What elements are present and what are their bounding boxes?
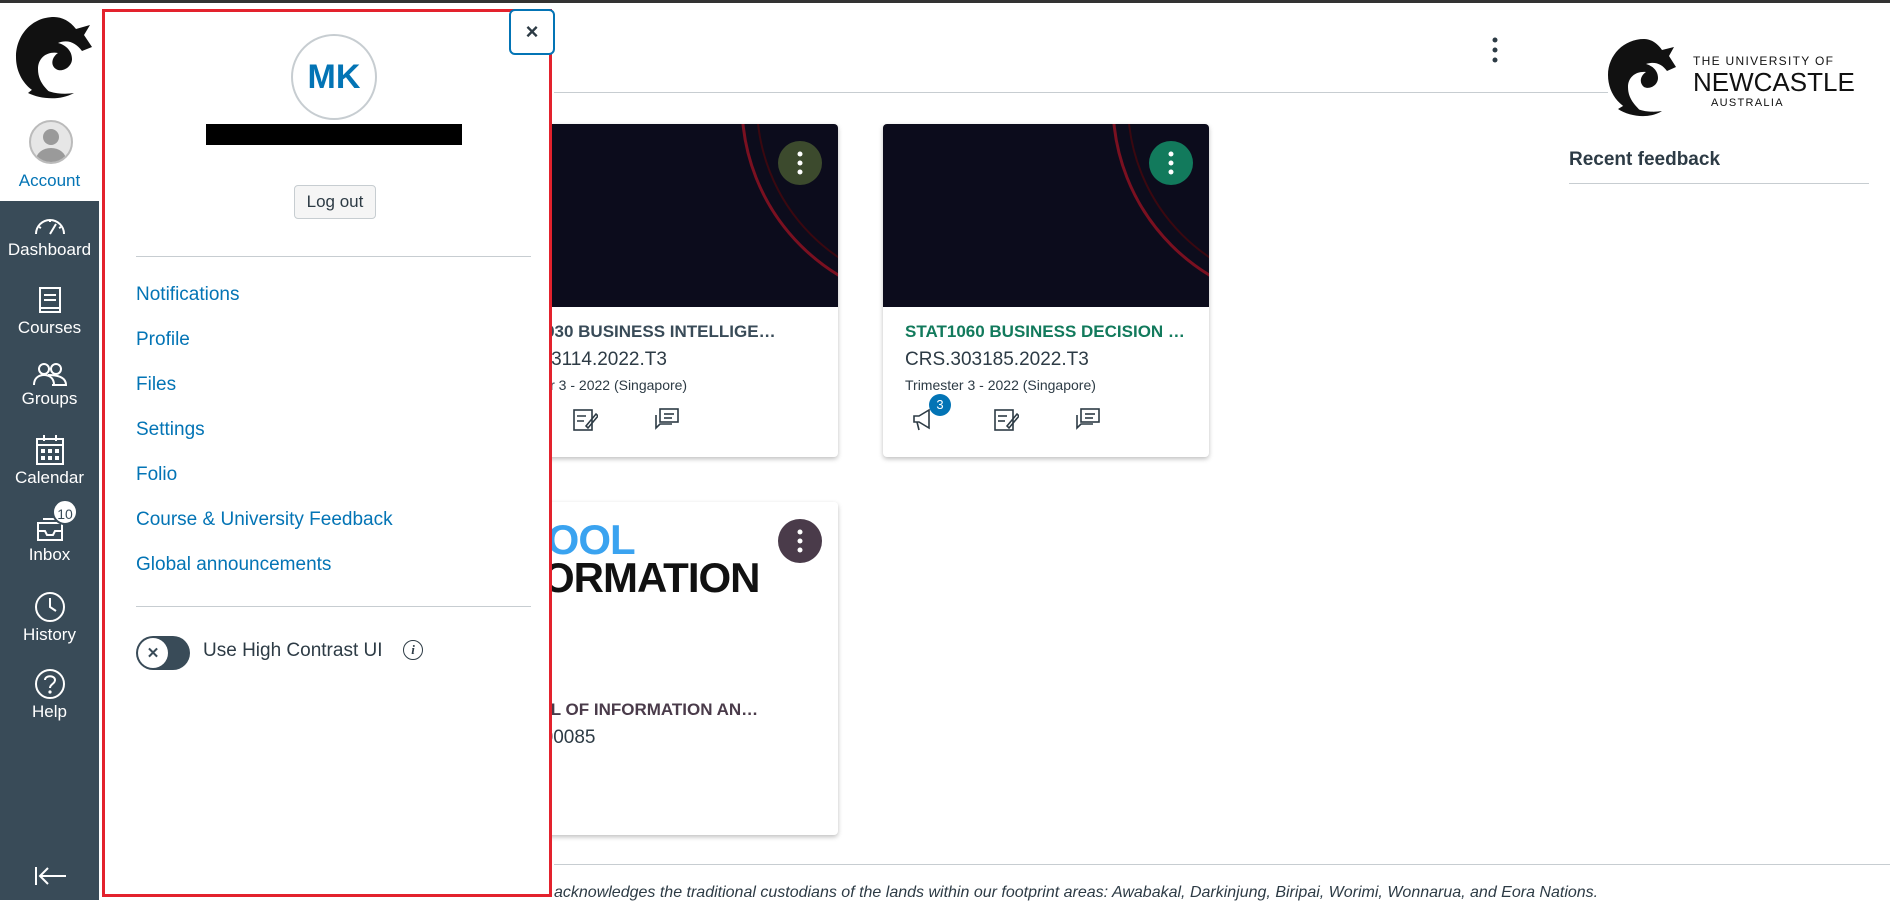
discussions-icon[interactable]	[654, 406, 680, 432]
nav-item-dashboard[interactable]: Dashboard	[0, 212, 99, 260]
course-term: Trimester 3 - 2022 (Singapore)	[905, 377, 1096, 393]
close-tray-button[interactable]: ×	[509, 9, 555, 55]
nav-item-help[interactable]: Help	[0, 668, 99, 722]
nav-label: History	[23, 625, 76, 644]
footer-divider	[554, 864, 1890, 865]
header-divider	[554, 92, 1608, 93]
courses-icon	[38, 287, 61, 313]
tray-link-course-feedback[interactable]: Course & University Feedback	[136, 509, 393, 531]
tray-divider	[136, 606, 531, 607]
university-logo: THE UNIVERSITY OF NEWCASTLE AUSTRALIA	[1604, 35, 1855, 130]
course-card[interactable]: STAT1060 BUSINESS DECISION … CRS.303185.…	[883, 124, 1209, 457]
history-icon	[34, 592, 65, 622]
uni-logo-line2: NEWCASTLE	[1693, 67, 1855, 97]
groups-icon	[32, 363, 67, 386]
account-nav-label[interactable]: Account	[0, 171, 99, 191]
recent-feedback-heading: Recent feedback	[1569, 149, 1721, 170]
nav-label: Dashboard	[7, 240, 92, 259]
nav-item-calendar[interactable]: Calendar	[0, 434, 99, 488]
account-avatar[interactable]	[29, 120, 73, 164]
tray-divider	[136, 256, 531, 257]
tray-link-folio[interactable]: Folio	[136, 464, 177, 486]
card-options-button[interactable]	[1149, 141, 1193, 185]
toggle-off-icon: ✕	[138, 638, 168, 668]
course-code: CRS.303185.2022.T3	[905, 349, 1089, 370]
redacted-user-name	[206, 124, 462, 145]
assignments-icon[interactable]	[993, 406, 1019, 432]
nav-item-inbox[interactable]: Inbox 10	[0, 499, 99, 565]
tray-avatar: MK	[291, 34, 377, 120]
nav-header: Account	[0, 3, 99, 201]
tray-link-files[interactable]: Files	[136, 374, 176, 396]
tray-link-global-announcements[interactable]: Global announcements	[136, 554, 331, 576]
announcements-badge: 3	[929, 394, 951, 416]
acknowledgement-text: acknowledges the traditional custodians …	[554, 884, 1599, 901]
tray-link-profile[interactable]: Profile	[136, 329, 190, 351]
assignments-icon[interactable]	[572, 406, 598, 432]
nav-label: Calendar	[15, 468, 84, 487]
high-contrast-toggle[interactable]: ✕	[136, 636, 190, 670]
dashboard-options-icon[interactable]	[1482, 35, 1508, 65]
nav-item-history[interactable]: History	[0, 591, 99, 645]
kebab-icon	[1168, 151, 1174, 175]
global-navigation: Account Dashboard Courses Groups Calenda…	[0, 3, 99, 900]
kebab-icon	[797, 529, 803, 553]
nav-label: Help	[32, 702, 67, 721]
nav-label: Inbox	[28, 545, 71, 564]
inbox-unread-badge: 10	[52, 499, 78, 525]
dashboard-icon	[34, 219, 65, 235]
course-card-image	[512, 124, 838, 307]
course-title-link[interactable]: STAT1060 BUSINESS DECISION …	[905, 322, 1195, 342]
course-title-link[interactable]: US3030 BUSINESS INTELLIGE…	[512, 322, 802, 342]
close-icon: ×	[525, 19, 539, 44]
help-icon	[34, 669, 65, 699]
kebab-icon	[797, 151, 803, 175]
course-card[interactable]: US3030 BUSINESS INTELLIGE… S.303114.2022…	[512, 124, 838, 457]
course-card[interactable]: CHOOL NFORMATION HOOL OF INFORMATION AN……	[512, 502, 838, 835]
logout-button[interactable]: Log out	[294, 185, 376, 219]
nav-label: Groups	[21, 389, 78, 408]
tray-link-settings[interactable]: Settings	[136, 419, 205, 441]
course-title-link[interactable]: HOOL OF INFORMATION AN…	[512, 700, 802, 720]
calendar-icon	[35, 435, 64, 465]
collapse-nav-icon[interactable]	[34, 865, 68, 887]
account-tray: MK Log out Notifications Profile Files S…	[102, 9, 552, 897]
recent-feedback-divider	[1569, 183, 1869, 184]
card-options-button[interactable]	[778, 519, 822, 563]
info-icon[interactable]: i	[403, 640, 423, 660]
uni-logo-line3: AUSTRALIA	[1711, 97, 1784, 109]
university-logo-icon[interactable]	[10, 13, 98, 101]
user-silhouette-icon	[36, 129, 66, 162]
high-contrast-label: Use High Contrast UI	[203, 640, 383, 661]
uni-logo-line1: THE UNIVERSITY OF	[1693, 54, 1835, 68]
card-options-button[interactable]	[778, 141, 822, 185]
discussions-icon[interactable]	[1075, 406, 1101, 432]
nav-item-groups[interactable]: Groups	[0, 361, 99, 409]
course-card-image: CHOOL NFORMATION	[512, 502, 838, 685]
course-card-image	[883, 124, 1209, 307]
tray-link-notifications[interactable]: Notifications	[136, 284, 240, 306]
nav-item-courses[interactable]: Courses	[0, 286, 99, 338]
nav-label: Courses	[17, 318, 82, 337]
